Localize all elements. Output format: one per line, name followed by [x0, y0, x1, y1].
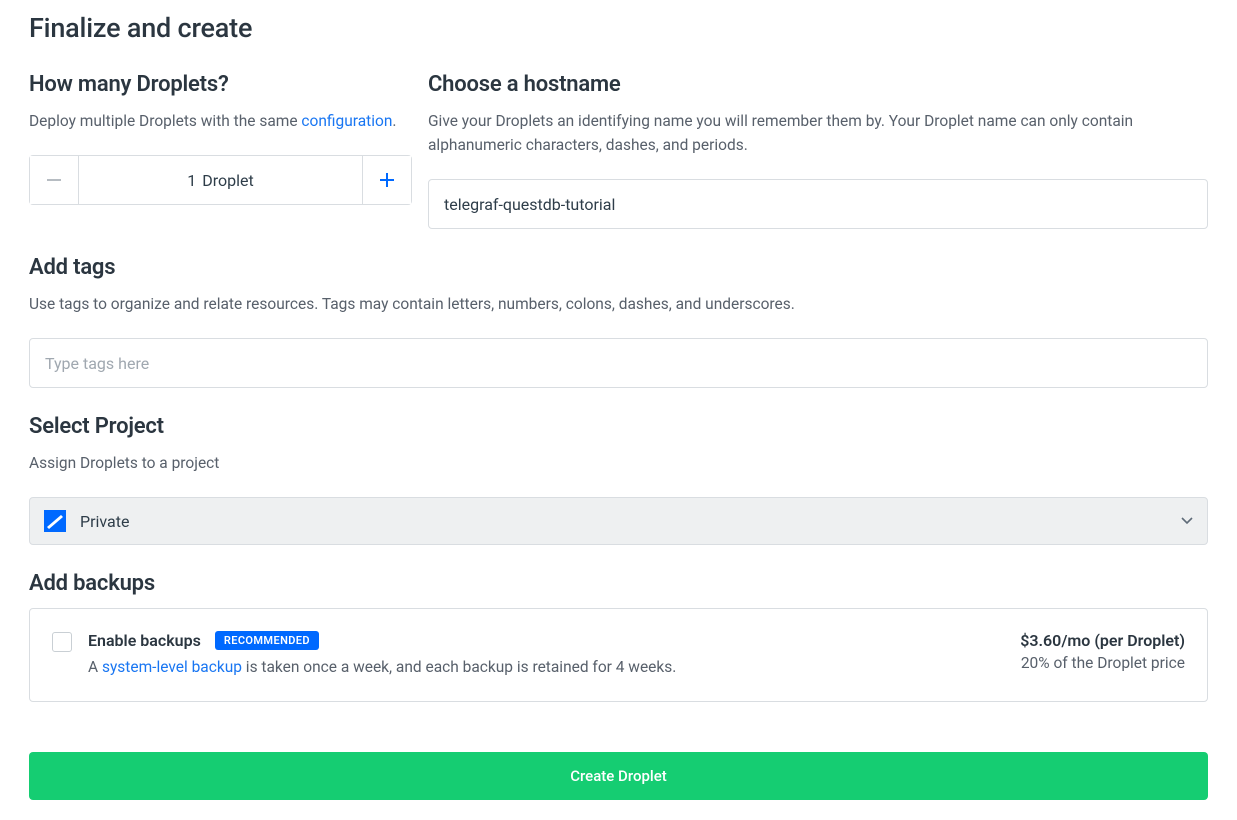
quantity-stepper: 1 Droplet [29, 155, 412, 205]
droplet-count-desc-prefix: Deploy multiple Droplets with the same [29, 112, 301, 130]
configuration-link[interactable]: configuration [301, 112, 392, 130]
enable-backups-checkbox[interactable] [52, 632, 72, 652]
minus-icon [47, 179, 61, 181]
project-desc: Assign Droplets to a project [29, 451, 1208, 475]
backup-price: $3.60/mo (per Droplet) [1020, 631, 1185, 650]
droplet-count-desc: Deploy multiple Droplets with the same c… [29, 109, 412, 133]
create-droplet-button[interactable]: Create Droplet [29, 752, 1208, 800]
page-title: Finalize and create [29, 12, 1208, 44]
recommended-badge: RECOMMENDED [215, 631, 319, 650]
project-select[interactable]: Private [29, 497, 1208, 545]
backup-desc-suffix: is taken once a week, and each backup is… [242, 658, 676, 676]
increment-button[interactable] [362, 156, 411, 204]
system-level-backup-link[interactable]: system-level backup [102, 658, 242, 676]
plus-icon [380, 173, 394, 187]
tags-desc: Use tags to organize and relate resource… [29, 292, 1208, 316]
hostname-desc: Give your Droplets an identifying name y… [428, 109, 1208, 157]
enable-backups-label: Enable backups [88, 631, 201, 650]
decrement-button[interactable] [30, 156, 79, 204]
quantity-count: 1 [187, 171, 196, 190]
droplet-count-heading: How many Droplets? [29, 72, 412, 97]
chevron-down-icon [1181, 513, 1193, 529]
hostname-heading: Choose a hostname [428, 72, 1208, 97]
backups-heading: Add backups [29, 571, 1208, 596]
backup-card: Enable backups RECOMMENDED A system-leve… [29, 608, 1208, 702]
project-selected-name: Private [80, 512, 1181, 531]
quantity-unit: Droplet [202, 171, 253, 190]
tags-input[interactable] [29, 338, 1208, 388]
tags-heading: Add tags [29, 255, 1208, 280]
quantity-display: 1 Droplet [79, 156, 362, 204]
project-icon [44, 510, 66, 532]
hostname-input[interactable] [428, 179, 1208, 229]
backup-desc-prefix: A [88, 658, 102, 676]
droplet-count-desc-suffix: . [392, 112, 396, 130]
project-heading: Select Project [29, 414, 1208, 439]
backup-desc: A system-level backup is taken once a we… [88, 656, 1000, 679]
backup-price-sub: 20% of the Droplet price [1020, 654, 1185, 672]
